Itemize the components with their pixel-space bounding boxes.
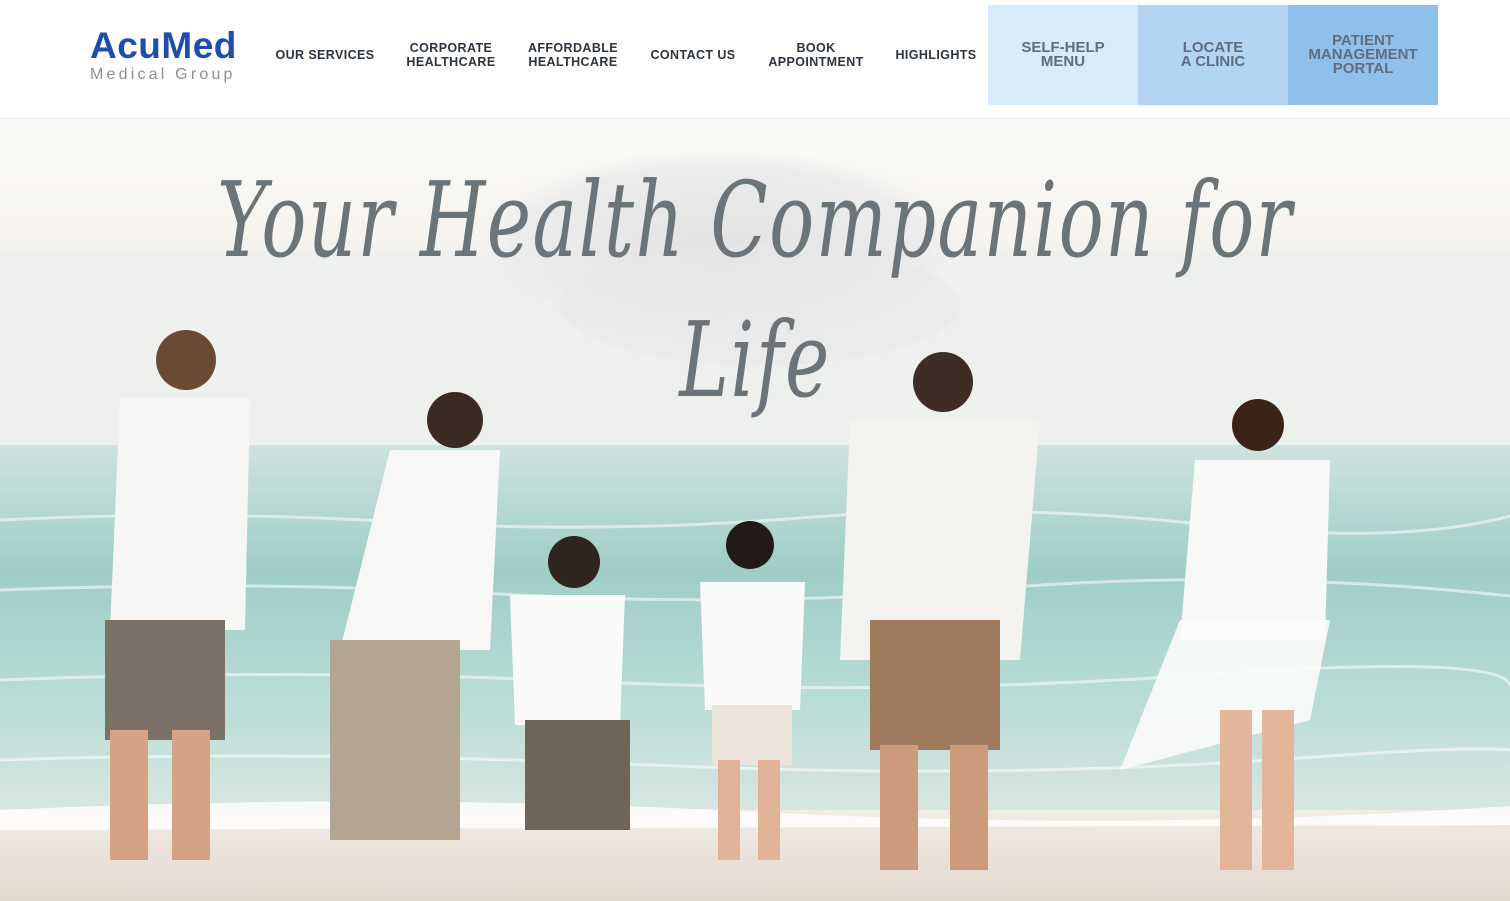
site-header: AcuMed Medical Group OUR SERVICES CORPOR… xyxy=(0,0,1510,119)
patient-portal-button[interactable]: PATIENT MANAGEMENT PORTAL xyxy=(1288,5,1438,105)
nav-label: CONTACT US xyxy=(650,48,736,62)
nav-our-services[interactable]: OUR SERVICES xyxy=(270,0,380,110)
nav-label: OUR SERVICES xyxy=(275,48,375,62)
self-help-menu-button[interactable]: SELF-HELP MENU xyxy=(988,5,1138,105)
nav-label: BOOK APPOINTMENT xyxy=(768,41,864,69)
nav-affordable-healthcare[interactable]: AFFORDABLE HEALTHCARE xyxy=(518,0,628,110)
nav-label: AFFORDABLE HEALTHCARE xyxy=(527,41,619,69)
hero-banner: Your Health Companion for Life xyxy=(0,120,1510,901)
brand-subtitle: Medical Group xyxy=(90,66,236,83)
nav-corporate-healthcare[interactable]: CORPORATE HEALTHCARE xyxy=(395,0,507,110)
nav-contact-us[interactable]: CONTACT US xyxy=(643,0,743,110)
nav-label: CORPORATE HEALTHCARE xyxy=(406,41,496,69)
nav-highlights[interactable]: HIGHLIGHTS xyxy=(888,0,984,110)
nav-book-appointment[interactable]: BOOK APPOINTMENT xyxy=(760,0,872,110)
nav-label: HIGHLIGHTS xyxy=(895,48,977,62)
brand-name: AcuMed xyxy=(90,25,237,66)
brand-logo[interactable]: AcuMed Medical Group xyxy=(90,27,265,87)
locate-clinic-button[interactable]: LOCATE A CLINIC xyxy=(1138,5,1288,105)
hero-tagline: Your Health Companion for Life xyxy=(217,159,1293,421)
